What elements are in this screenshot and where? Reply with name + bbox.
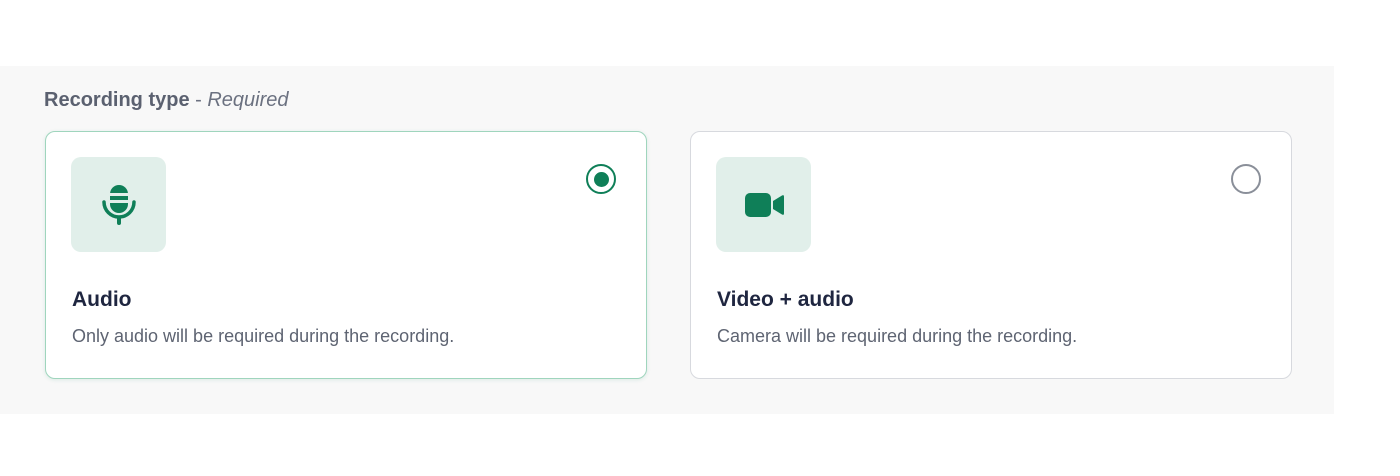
- option-card-video-audio[interactable]: Video + audio Camera will be required du…: [690, 131, 1292, 379]
- option-card-audio[interactable]: Audio Only audio will be required during…: [45, 131, 647, 379]
- field-label-text: Recording type: [44, 89, 190, 111]
- option-title-video-audio: Video + audio: [717, 288, 854, 311]
- audio-icon-tile: [71, 157, 166, 252]
- required-indicator: Required: [207, 89, 289, 111]
- recording-type-label: Recording type - Required: [44, 88, 289, 112]
- option-description-audio: Only audio will be required during the r…: [72, 326, 455, 346]
- option-description-video-audio: Camera will be required during the recor…: [717, 326, 1078, 346]
- field-label-separator: -: [189, 89, 208, 111]
- radio-video-audio[interactable]: [1231, 164, 1261, 194]
- microphone-icon: [101, 184, 136, 225]
- radio-audio[interactable]: [586, 164, 616, 194]
- video-icon-tile: [716, 157, 811, 252]
- option-title-audio: Audio: [72, 288, 132, 311]
- video-camera-icon: [744, 192, 784, 217]
